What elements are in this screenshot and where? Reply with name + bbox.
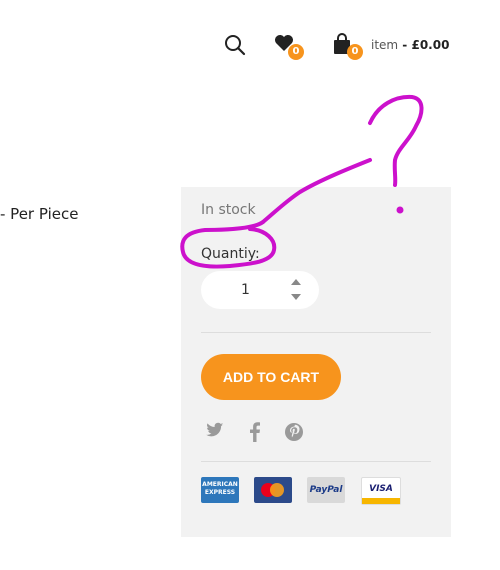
cart-count-badge: 0 — [347, 44, 363, 60]
quantity-increase-icon[interactable] — [291, 279, 301, 285]
divider — [201, 461, 431, 462]
purchase-panel: In stock Quantiy: 1 ADD TO CART AMERICAN… — [181, 187, 451, 537]
mastercard-payment-icon — [254, 477, 292, 503]
paypal-payment-icon: PayPal — [307, 477, 345, 503]
quantity-decrease-icon[interactable] — [291, 294, 301, 300]
amex-label: AMERICAN EXPRESS — [202, 481, 238, 496]
pinterest-icon[interactable] — [284, 422, 304, 442]
wishlist-count-badge: 0 — [288, 44, 304, 60]
amex-payment-icon: AMERICAN EXPRESS — [201, 477, 239, 503]
quantity-stepper[interactable]: 1 — [201, 271, 319, 309]
visa-label: VISA — [369, 484, 393, 494]
cart-item-label: item — [371, 38, 399, 52]
visa-payment-icon: VISA — [361, 477, 401, 505]
cart-total: £0.00 — [411, 38, 450, 52]
divider — [201, 332, 431, 333]
paypal-label: PayPal — [309, 485, 343, 495]
mini-cart-summary[interactable]: item - £0.00 — [371, 38, 449, 52]
add-to-cart-button[interactable]: ADD TO CART — [201, 354, 341, 400]
stock-status: In stock — [201, 202, 256, 218]
quantity-label: Quantiy: — [201, 246, 260, 262]
cart-separator: - — [398, 38, 412, 52]
twitter-icon[interactable] — [206, 422, 224, 438]
price-unit-text: - Per Piece — [0, 205, 79, 223]
facebook-icon[interactable] — [249, 422, 261, 442]
quantity-value[interactable]: 1 — [241, 282, 250, 298]
search-icon[interactable] — [224, 34, 246, 56]
